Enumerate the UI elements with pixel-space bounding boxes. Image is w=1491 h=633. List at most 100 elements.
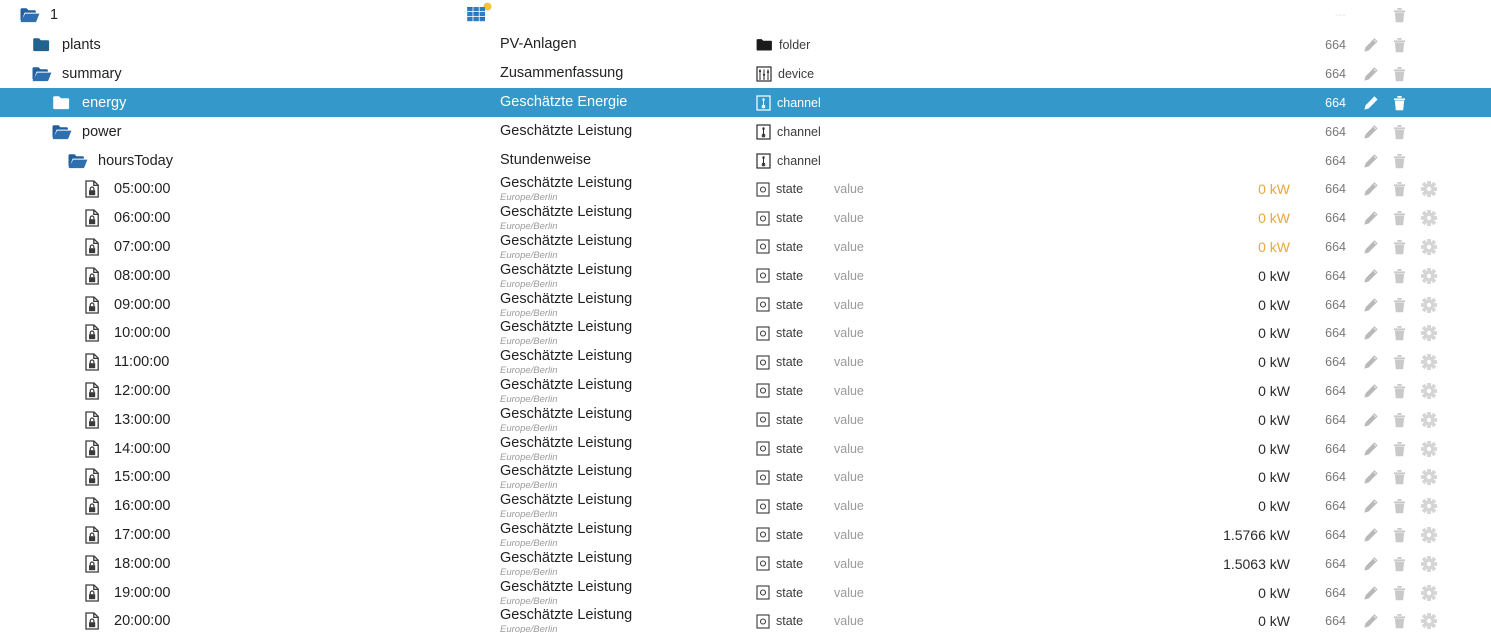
tree-row[interactable]: 06:00:00 Geschätzte Leistung Europe/Berlin… bbox=[0, 203, 1491, 233]
state-locked-icon[interactable] bbox=[84, 526, 106, 544]
edit-icon[interactable] bbox=[1362, 613, 1379, 630]
tree-cell[interactable]: summary bbox=[0, 66, 500, 82]
tree-cell[interactable]: 10:00:00 bbox=[0, 324, 500, 343]
tree-cell[interactable]: 16:00:00 bbox=[0, 497, 500, 515]
delete-icon[interactable] bbox=[1391, 181, 1408, 198]
edit-icon[interactable] bbox=[1362, 469, 1379, 486]
delete-icon[interactable] bbox=[1391, 325, 1408, 342]
state-locked-icon[interactable] bbox=[84, 555, 106, 573]
settings-gear-icon[interactable] bbox=[1420, 181, 1437, 198]
state-locked-icon[interactable] bbox=[84, 295, 106, 314]
delete-icon[interactable] bbox=[1391, 123, 1408, 140]
tree-row[interactable]: 05:00:00 Geschätzte Leistung Europe/Berlin… bbox=[0, 175, 1491, 204]
edit-icon[interactable] bbox=[1362, 382, 1379, 399]
settings-gear-icon[interactable] bbox=[1420, 555, 1437, 572]
edit-icon[interactable] bbox=[1362, 152, 1379, 169]
edit-icon[interactable] bbox=[1362, 354, 1379, 371]
edit-icon[interactable] bbox=[1362, 440, 1379, 457]
folder-open-icon[interactable] bbox=[68, 153, 90, 169]
settings-gear-icon[interactable] bbox=[1420, 440, 1437, 457]
state-locked-icon[interactable] bbox=[84, 411, 106, 429]
edit-icon[interactable] bbox=[1362, 267, 1379, 284]
tree-row[interactable]: 14:00:00 Geschätzte Leistung Europe/Berlin… bbox=[0, 434, 1491, 463]
state-locked-icon[interactable] bbox=[84, 180, 106, 199]
folder-open-icon[interactable] bbox=[20, 7, 42, 23]
state-locked-icon[interactable] bbox=[84, 382, 106, 400]
tree-root-row[interactable]: 1 --- bbox=[0, 0, 1491, 30]
delete-icon[interactable] bbox=[1391, 411, 1408, 428]
edit-icon[interactable] bbox=[1362, 296, 1379, 313]
delete-icon[interactable] bbox=[1391, 152, 1408, 169]
tree-row[interactable]: 18:00:00 Geschätzte Leistung Europe/Berlin… bbox=[0, 549, 1491, 579]
edit-icon[interactable] bbox=[1362, 526, 1379, 543]
tree-row[interactable]: 19:00:00 Geschätzte Leistung Europe/Berlin… bbox=[0, 578, 1491, 607]
edit-icon[interactable] bbox=[1362, 123, 1379, 140]
settings-gear-icon[interactable] bbox=[1420, 584, 1437, 601]
tree-cell[interactable]: 20:00:00 bbox=[0, 612, 500, 630]
tree-cell[interactable]: 14:00:00 bbox=[0, 439, 500, 458]
delete-icon[interactable] bbox=[1391, 94, 1408, 111]
settings-gear-icon[interactable] bbox=[1420, 267, 1437, 284]
edit-icon[interactable] bbox=[1362, 36, 1379, 53]
tree-row[interactable]: 07:00:00 Geschätzte Leistung Europe/Berlin… bbox=[0, 232, 1491, 262]
settings-gear-icon[interactable] bbox=[1420, 296, 1437, 313]
tree-row[interactable]: hoursToday Stundenweise channel 664 bbox=[0, 146, 1491, 175]
tree-row[interactable]: 09:00:00 Geschätzte Leistung Europe/Berlin… bbox=[0, 290, 1491, 319]
tree-cell[interactable]: 13:00:00 bbox=[0, 411, 500, 429]
tree-cell[interactable]: 15:00:00 bbox=[0, 468, 500, 487]
delete-icon[interactable] bbox=[1391, 36, 1408, 53]
delete-icon[interactable] bbox=[1391, 65, 1408, 82]
edit-icon[interactable] bbox=[1362, 555, 1379, 572]
settings-gear-icon[interactable] bbox=[1420, 498, 1437, 515]
tree-row[interactable]: power Geschätzte Leistung channel 664 bbox=[0, 117, 1491, 146]
tree-row[interactable]: 10:00:00 Geschätzte Leistung Europe/Berlin… bbox=[0, 318, 1491, 348]
tree-row[interactable]: 20:00:00 Geschätzte Leistung Europe/Berlin… bbox=[0, 606, 1491, 633]
delete-icon[interactable] bbox=[1391, 498, 1408, 515]
tree-cell[interactable]: plants bbox=[0, 37, 500, 53]
tree-cell[interactable]: power bbox=[0, 124, 500, 140]
tree-cell[interactable]: 19:00:00 bbox=[0, 583, 500, 602]
state-locked-icon[interactable] bbox=[84, 583, 106, 602]
delete-icon[interactable] bbox=[1391, 555, 1408, 572]
edit-icon[interactable] bbox=[1362, 238, 1379, 255]
settings-gear-icon[interactable] bbox=[1420, 238, 1437, 255]
delete-icon[interactable] bbox=[1391, 469, 1408, 486]
delete-icon[interactable] bbox=[1391, 613, 1408, 630]
state-locked-icon[interactable] bbox=[84, 353, 106, 371]
settings-gear-icon[interactable] bbox=[1420, 325, 1437, 342]
state-locked-icon[interactable] bbox=[84, 497, 106, 515]
settings-gear-icon[interactable] bbox=[1420, 354, 1437, 371]
tree-cell[interactable]: 05:00:00 bbox=[0, 180, 500, 199]
tree-row[interactable]: 13:00:00 Geschätzte Leistung Europe/Berlin… bbox=[0, 405, 1491, 435]
delete-icon[interactable] bbox=[1391, 238, 1408, 255]
settings-gear-icon[interactable] bbox=[1420, 526, 1437, 543]
tree-cell[interactable]: 11:00:00 bbox=[0, 353, 500, 371]
tree-row[interactable]: plants PV-Anlagen folder 664 bbox=[0, 30, 1491, 59]
tree-cell[interactable]: energy bbox=[0, 95, 500, 111]
state-locked-icon[interactable] bbox=[84, 612, 106, 630]
tree-cell[interactable]: 08:00:00 bbox=[0, 267, 500, 285]
delete-icon[interactable] bbox=[1391, 584, 1408, 601]
tree-row[interactable]: 12:00:00 Geschätzte Leistung Europe/Berlin… bbox=[0, 376, 1491, 406]
settings-gear-icon[interactable] bbox=[1420, 469, 1437, 486]
settings-gear-icon[interactable] bbox=[1420, 210, 1437, 227]
tree-row[interactable]: 17:00:00 Geschätzte Leistung Europe/Berlin… bbox=[0, 520, 1491, 550]
edit-icon[interactable] bbox=[1362, 65, 1379, 82]
tree-cell[interactable]: 09:00:00 bbox=[0, 295, 500, 314]
tree-row[interactable]: summary Zusammenfassung device 664 bbox=[0, 59, 1491, 88]
delete-icon[interactable] bbox=[1391, 296, 1408, 313]
state-locked-icon[interactable] bbox=[84, 209, 106, 227]
tree-cell[interactable]: 1 bbox=[0, 7, 500, 23]
edit-icon[interactable] bbox=[1362, 411, 1379, 428]
state-locked-icon[interactable] bbox=[84, 324, 106, 343]
tree-row[interactable]: 16:00:00 Geschätzte Leistung Europe/Berlin… bbox=[0, 491, 1491, 521]
delete-icon[interactable] bbox=[1391, 267, 1408, 284]
folder-closed-icon[interactable] bbox=[52, 95, 74, 111]
folder-open-icon[interactable] bbox=[52, 124, 74, 140]
edit-icon[interactable] bbox=[1362, 210, 1379, 227]
delete-icon[interactable] bbox=[1391, 354, 1408, 371]
state-locked-icon[interactable] bbox=[84, 439, 106, 458]
tree-cell[interactable]: hoursToday bbox=[0, 153, 500, 169]
edit-icon[interactable] bbox=[1362, 94, 1379, 111]
edit-icon[interactable] bbox=[1362, 584, 1379, 601]
